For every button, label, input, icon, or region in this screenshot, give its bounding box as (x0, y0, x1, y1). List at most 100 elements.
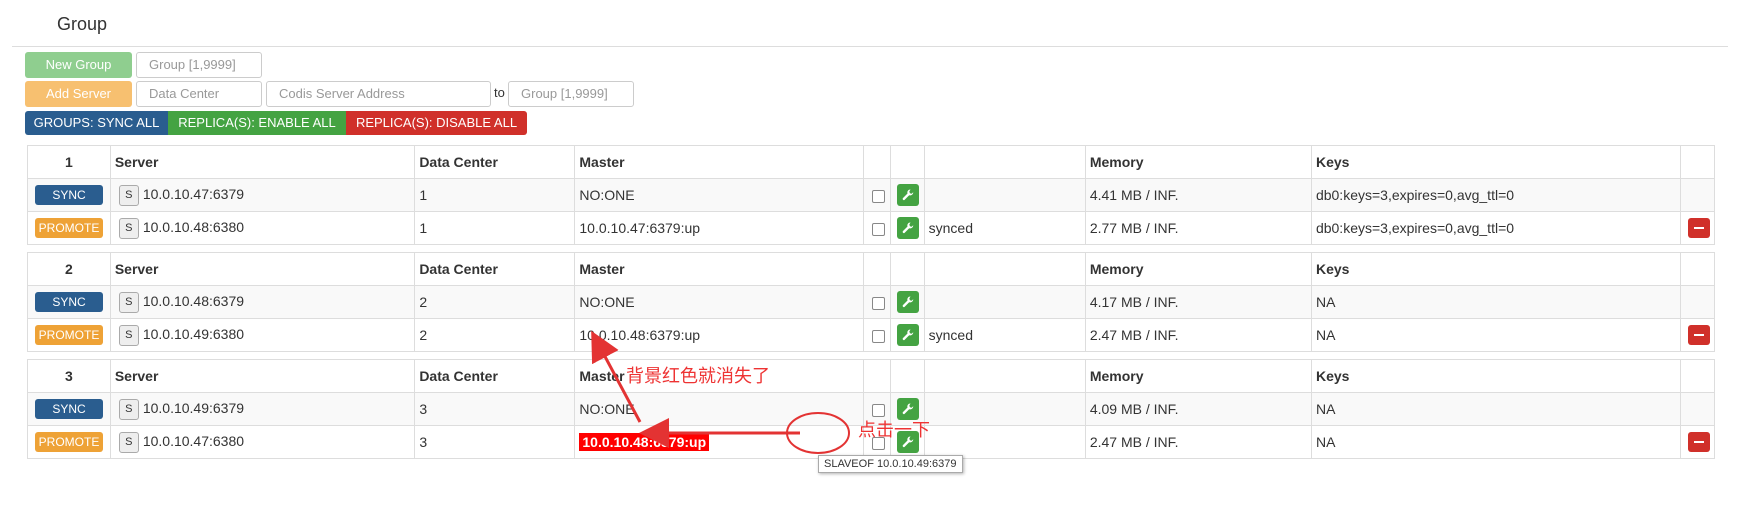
remove-server-icon[interactable] (1688, 432, 1711, 452)
table-header-row: 3 Server Data Center Master Memory Keys (27, 359, 1715, 393)
col-data-center: Data Center (414, 145, 576, 179)
master-value: NO:ONE (579, 294, 635, 310)
col-keys: Keys (1310, 145, 1682, 179)
col-data-center: Data Center (414, 252, 576, 286)
server-address: 10.0.10.47:6380 (142, 432, 245, 449)
group-id: 2 (27, 252, 111, 286)
data-center-value: 1 (414, 178, 576, 212)
col-master: Master (574, 145, 865, 179)
sync-button[interactable]: SYNC (35, 292, 103, 312)
replica-checkbox[interactable] (872, 222, 886, 236)
master-value: 10.0.10.47:6379:up (579, 220, 701, 236)
data-center-value: 3 (414, 392, 576, 426)
sync-status (923, 178, 1086, 212)
server-status-box[interactable]: S (118, 184, 139, 206)
col-memory: Memory (1084, 359, 1312, 393)
replica-checkbox[interactable] (872, 189, 886, 203)
keys-value: NA (1310, 285, 1682, 319)
server-status-box[interactable]: S (118, 431, 139, 453)
keys-value: NA (1310, 318, 1682, 352)
server-status-box[interactable]: S (118, 291, 139, 313)
memory-value: 4.09 MB / INF. (1084, 392, 1312, 426)
keys-value: db0:keys=3,expires=0,avg_ttl=0 (1310, 211, 1682, 245)
sync-status: synced (923, 318, 1086, 352)
col-data-center: Data Center (414, 359, 576, 393)
server-address: 10.0.10.49:6379 (142, 399, 245, 416)
replica-disable-all-button[interactable]: REPLICA(S): DISABLE ALL (346, 111, 527, 135)
col-memory: Memory (1084, 252, 1312, 286)
master-value: 10.0.10.48:6379:up (579, 327, 701, 343)
data-center-value: 2 (414, 318, 576, 352)
wrench-icon[interactable] (897, 217, 920, 239)
replica-enable-all-button[interactable]: REPLICA(S): ENABLE ALL (168, 111, 346, 135)
replica-checkbox[interactable] (872, 296, 886, 310)
table-header-row: 2 Server Data Center Master Memory Keys (27, 252, 1715, 286)
sync-status (923, 285, 1086, 319)
add-server-button[interactable]: Add Server (25, 81, 132, 107)
table-header-row: 1 Server Data Center Master Memory Keys (27, 145, 1715, 179)
master-value: NO:ONE (579, 187, 635, 203)
data-center-value: 1 (414, 211, 576, 245)
master-value: 10.0.10.48:6379:up (579, 433, 710, 451)
replica-checkbox[interactable] (872, 403, 886, 417)
memory-value: 2.47 MB / INF. (1084, 425, 1312, 459)
promote-button[interactable]: PROMOTE (35, 325, 103, 345)
wrench-icon[interactable] (897, 291, 920, 313)
annotation-click-once: 点击一下 (858, 420, 930, 440)
group-table-2: 2 Server Data Center Master Memory Keys SYNC S 1… (27, 252, 1715, 352)
col-memory: Memory (1084, 145, 1312, 179)
target-group-input[interactable]: Group [1,9999] (508, 81, 634, 107)
col-server: Server (109, 359, 416, 393)
wrench-icon[interactable] (897, 184, 920, 206)
table-row: SYNC S 10.0.10.48:6379 2 NO:ONE 4.17 MB / INF… (27, 285, 1715, 319)
server-status-box[interactable]: S (118, 217, 139, 239)
memory-value: 2.77 MB / INF. (1084, 211, 1312, 245)
promote-button[interactable]: PROMOTE (35, 218, 103, 238)
sync-status (923, 425, 1086, 459)
page-title: Group (57, 14, 108, 34)
group-table-1: 1 Server Data Center Master Memory Keys SYNC S 1… (27, 145, 1715, 245)
col-keys: Keys (1310, 359, 1682, 393)
server-address: 10.0.10.48:6380 (142, 218, 245, 235)
title-divider (12, 46, 1728, 47)
keys-value: NA (1310, 392, 1682, 426)
new-group-button[interactable]: New Group (25, 52, 132, 78)
promote-button[interactable]: PROMOTE (35, 432, 103, 452)
data-center-value: 2 (414, 285, 576, 319)
annotation-red-gone: 背景红色就消失了 (626, 366, 770, 386)
replica-checkbox[interactable] (872, 329, 886, 343)
slaveof-tooltip: SLAVEOF 10.0.10.49:6379 (818, 455, 963, 473)
memory-value: 4.41 MB / INF. (1084, 178, 1312, 212)
server-status-box[interactable]: S (118, 324, 139, 346)
remove-server-icon[interactable] (1688, 325, 1711, 345)
wrench-icon[interactable] (897, 324, 920, 346)
server-address: 10.0.10.49:6380 (142, 325, 245, 342)
server-address-input[interactable]: Codis Server Address (266, 81, 491, 107)
keys-value: db0:keys=3,expires=0,avg_ttl=0 (1310, 178, 1682, 212)
table-row: SYNC S 10.0.10.47:6379 1 NO:ONE 4.41 MB / INF… (27, 178, 1715, 212)
col-keys: Keys (1310, 252, 1682, 286)
groups-sync-all-button[interactable]: GROUPS: SYNC ALL (25, 111, 168, 135)
sync-status: synced (923, 211, 1086, 245)
server-address: 10.0.10.48:6379 (142, 292, 245, 309)
group-id: 3 (27, 359, 111, 393)
sync-button[interactable]: SYNC (35, 399, 103, 419)
keys-value: NA (1310, 425, 1682, 459)
col-server: Server (109, 252, 416, 286)
table-row: PROMOTE S 10.0.10.49:6380 2 10.0.10.48:6379:… (27, 318, 1715, 352)
memory-value: 2.47 MB / INF. (1084, 318, 1312, 352)
data-center-value: 3 (414, 425, 576, 459)
group-id-input[interactable]: Group [1,9999] (136, 52, 262, 78)
to-label: to (494, 85, 505, 100)
server-address: 10.0.10.47:6379 (142, 185, 245, 202)
col-master: Master (574, 252, 865, 286)
server-status-box[interactable]: S (118, 398, 139, 420)
data-center-input[interactable]: Data Center (136, 81, 262, 107)
master-value: NO:ONE (579, 401, 635, 417)
sync-status (923, 392, 1086, 426)
sync-button[interactable]: SYNC (35, 185, 103, 205)
memory-value: 4.17 MB / INF. (1084, 285, 1312, 319)
remove-server-icon[interactable] (1688, 218, 1711, 238)
group-table-3: 3 Server Data Center Master Memory Keys SYNC S 1… (27, 359, 1715, 459)
table-row: PROMOTE S 10.0.10.48:6380 1 10.0.10.47:6379:… (27, 211, 1715, 245)
